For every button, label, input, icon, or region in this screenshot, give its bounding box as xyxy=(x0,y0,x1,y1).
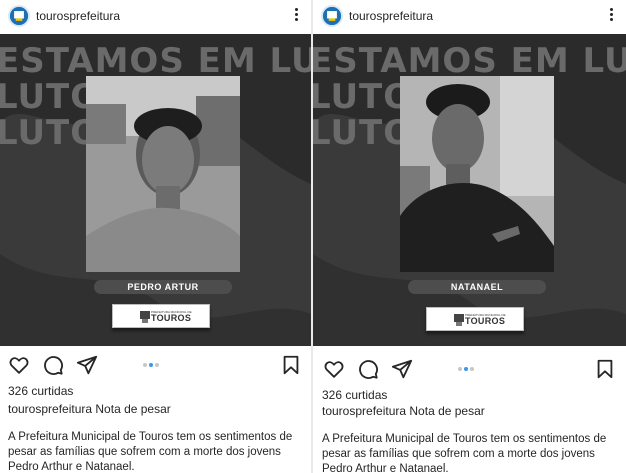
carousel-dot xyxy=(143,363,147,367)
avatar[interactable] xyxy=(321,5,343,27)
logo-mark-icon xyxy=(140,311,150,323)
logo-text: TOUROS xyxy=(465,316,506,326)
name-label: PEDRO ARTUR xyxy=(94,280,232,294)
carousel-indicator xyxy=(143,363,161,369)
carousel-dot-active xyxy=(464,367,468,371)
background-text-line: ESTAMOS EM LUTO xyxy=(0,41,311,81)
more-options-icon[interactable] xyxy=(293,6,299,24)
touros-logo: PREFEITURA MUNICIPAL DE TOUROS xyxy=(426,307,524,331)
profile-logo-icon xyxy=(323,7,341,25)
heart-icon[interactable] xyxy=(323,358,345,380)
logo-mark-icon xyxy=(454,314,464,326)
bookmark-icon[interactable] xyxy=(594,358,616,380)
carousel-dot-active xyxy=(149,363,153,367)
comment-icon[interactable] xyxy=(357,358,379,380)
name-label: NATANAEL xyxy=(408,280,546,294)
post-header: tourosprefeitura xyxy=(313,0,626,34)
carousel-indicator xyxy=(458,367,476,373)
post-image[interactable]: ESTAMOS EM LUTO LUTO LUTO NATANAEL PREFE… xyxy=(313,34,626,346)
comment-icon[interactable] xyxy=(42,354,64,376)
post-username[interactable]: tourosprefeitura xyxy=(36,9,120,23)
post-actions xyxy=(313,358,626,384)
likes-count[interactable]: 326 curtidas xyxy=(322,388,387,402)
background-text-line: LUTO xyxy=(313,77,414,117)
logo-text: TOUROS xyxy=(151,313,192,323)
post-actions xyxy=(0,354,311,380)
caption-username[interactable]: tourosprefeitura xyxy=(8,402,92,416)
portrait-pedro-image xyxy=(86,76,240,272)
carousel-dot xyxy=(155,363,159,367)
caption-line: tourosprefeitura Nota de pesar xyxy=(322,404,485,418)
post-image[interactable]: ESTAMOS EM LUTO LUTO LUTO PEDRO ARTUR xyxy=(0,34,311,346)
bookmark-icon[interactable] xyxy=(280,354,302,376)
portrait-natanael-image xyxy=(400,76,554,272)
share-icon[interactable] xyxy=(391,358,413,380)
carousel-dot xyxy=(458,367,462,371)
share-icon[interactable] xyxy=(76,354,98,376)
post-header: tourosprefeitura xyxy=(0,0,311,34)
portrait-photo xyxy=(400,76,554,272)
portrait-photo xyxy=(86,76,240,272)
avatar[interactable] xyxy=(8,5,30,27)
heart-icon[interactable] xyxy=(8,354,30,376)
touros-logo: PREFEITURA MUNICIPAL DE TOUROS xyxy=(112,304,210,328)
post-username[interactable]: tourosprefeitura xyxy=(349,9,433,23)
background-text-line: LUTO xyxy=(313,113,414,153)
caption-username[interactable]: tourosprefeitura xyxy=(322,404,406,418)
profile-logo-icon xyxy=(10,7,28,25)
caption-text: Nota de pesar xyxy=(409,404,485,418)
post-description: A Prefeitura Municipal de Touros tem os … xyxy=(322,433,607,473)
more-options-icon[interactable] xyxy=(608,6,614,24)
caption-line: tourosprefeitura Nota de pesar xyxy=(8,402,171,416)
likes-count[interactable]: 326 curtidas xyxy=(8,384,73,398)
instagram-post-natanael: tourosprefeitura ESTAMOS EM LUTO LUTO LU… xyxy=(313,0,626,473)
instagram-post-pedro: tourosprefeitura ESTAMOS EM LUTO LUTO LU… xyxy=(0,0,311,473)
background-text-line: ESTAMOS EM LUTO xyxy=(313,41,626,81)
caption-text: Nota de pesar xyxy=(95,402,171,416)
post-description: A Prefeitura Municipal de Touros tem os … xyxy=(8,431,293,473)
carousel-dot xyxy=(470,367,474,371)
